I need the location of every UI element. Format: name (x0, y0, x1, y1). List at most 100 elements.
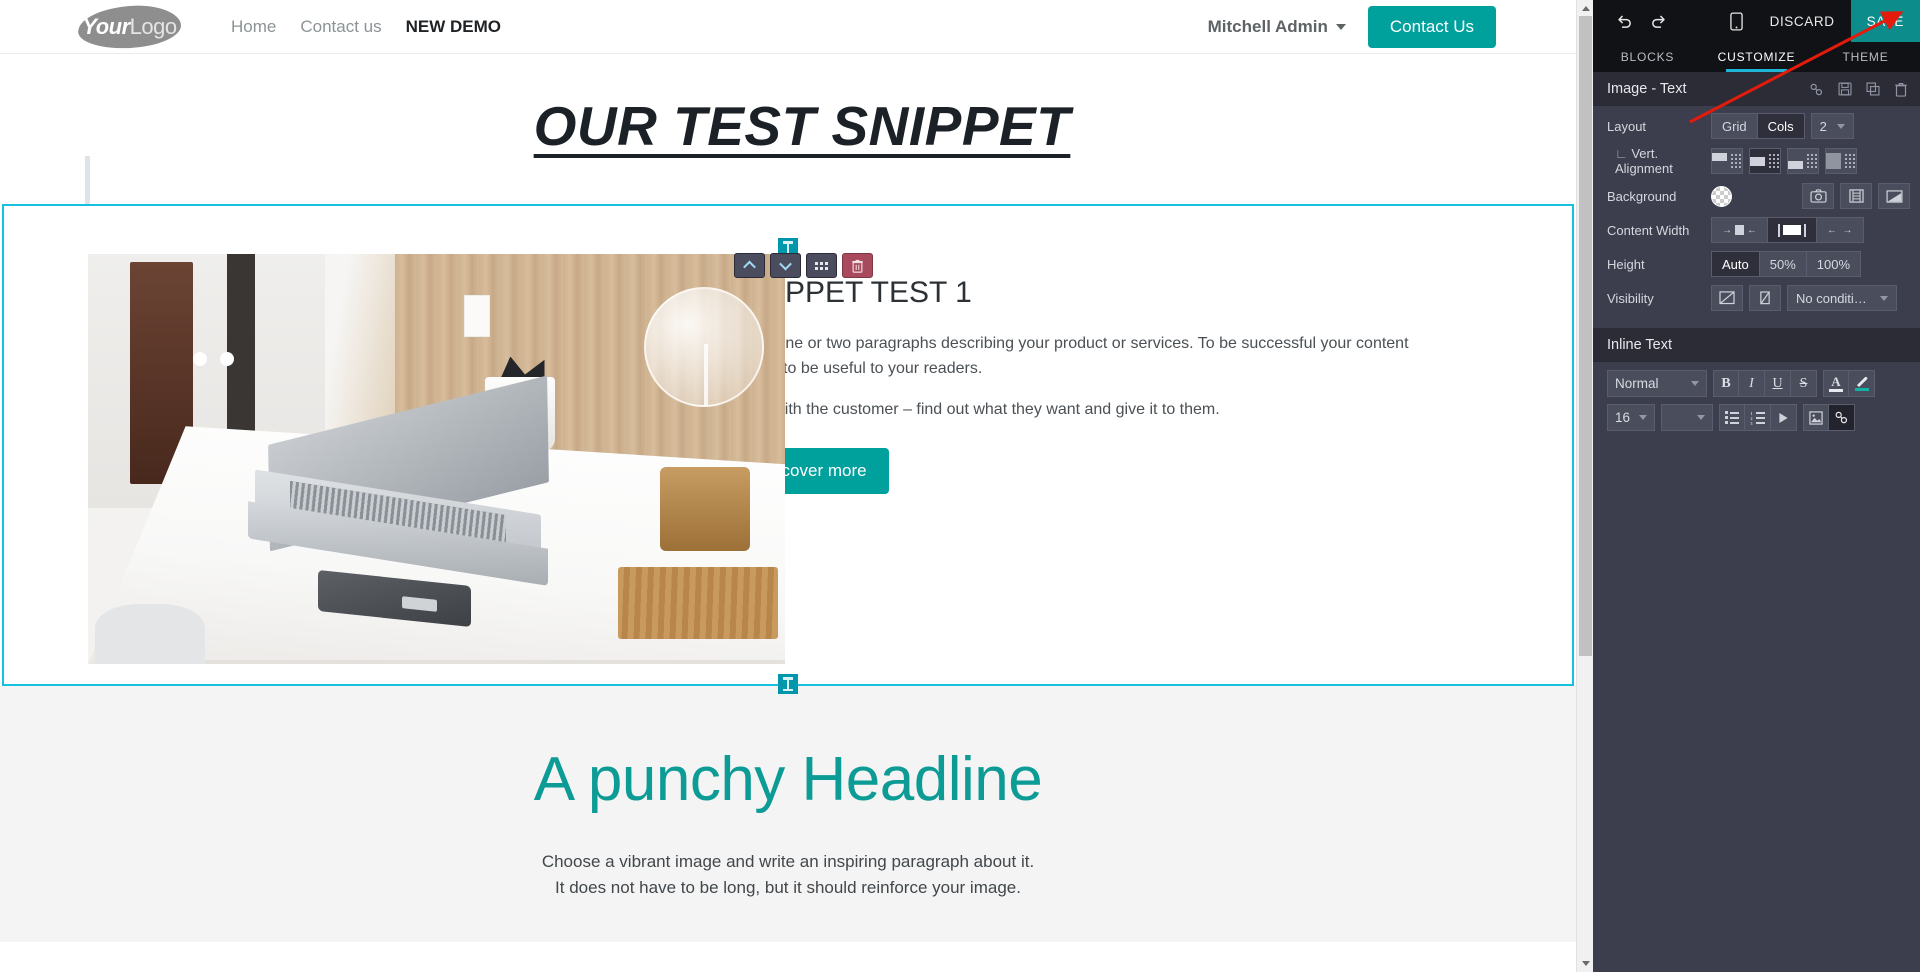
option-label-visibility: Visibility (1607, 290, 1654, 306)
bullet-list-icon (1725, 411, 1739, 424)
scroll-up-arrow[interactable] (1577, 0, 1593, 17)
bold-button[interactable]: B (1713, 370, 1739, 397)
columns-count-value: 2 (1819, 118, 1827, 134)
save-button[interactable]: SAVE (1850, 0, 1920, 42)
tab-blocks[interactable]: BLOCKS (1593, 42, 1702, 72)
option-row-height: Height Auto 50% 100% (1607, 250, 1910, 278)
content-width-full-button[interactable]: ← → (1817, 217, 1864, 243)
trash-icon[interactable] (1894, 82, 1908, 97)
font-size-select[interactable]: 16 (1607, 404, 1655, 431)
italic-button[interactable]: I (1739, 370, 1765, 397)
delete-snippet-button[interactable] (842, 253, 873, 278)
hide-desktop-button[interactable] (1711, 285, 1743, 311)
tab-customize[interactable]: CUSTOMIZE (1702, 42, 1811, 72)
redo-button[interactable] (1641, 0, 1675, 42)
play-icon (1779, 412, 1788, 423)
layout-option-grid[interactable]: Grid (1711, 113, 1758, 139)
underline-button[interactable]: U (1765, 370, 1791, 397)
option-label-content-width: Content Width (1607, 222, 1690, 238)
nav-link-home[interactable]: Home (219, 17, 288, 37)
content-width-narrow-button[interactable]: → ← (1711, 217, 1768, 243)
chevron-down-icon (1697, 415, 1705, 420)
chevron-down-icon (1691, 381, 1699, 386)
font-color-button[interactable]: A (1823, 370, 1849, 397)
undo-button[interactable] (1607, 0, 1641, 42)
nav-link-contact-us[interactable]: Contact us (288, 17, 393, 37)
align-stretch-button[interactable] (1825, 148, 1857, 174)
font-family-select[interactable] (1661, 404, 1713, 431)
user-menu[interactable]: Mitchell Admin (1208, 17, 1346, 37)
option-row-background: Background (1607, 182, 1910, 210)
discard-button[interactable]: DISCARD (1754, 0, 1851, 42)
background-shape-button[interactable] (1878, 183, 1910, 209)
columns-count-dropdown[interactable]: 2 (1810, 113, 1854, 139)
desk-photo[interactable] (88, 254, 785, 664)
site-logo[interactable]: YourLogo (76, 2, 183, 51)
content-width-normal-button[interactable] (1768, 217, 1817, 243)
snippet-paragraph-2[interactable]: Start with the customer – find out what … (735, 398, 1425, 423)
align-middle-button[interactable] (1749, 148, 1781, 174)
resize-handle-bottom[interactable] (778, 674, 798, 694)
editor-panel: DISCARD SAVE BLOCKS CUSTOMIZE THEME Imag… (1593, 0, 1920, 972)
option-row-vert-alignment: ∟ Vert. Alignment (1607, 146, 1910, 176)
unordered-list-button[interactable] (1719, 404, 1745, 431)
contact-us-button[interactable]: Contact Us (1367, 5, 1496, 48)
height-option-100[interactable]: 100% (1806, 251, 1862, 277)
option-label-background: Background (1607, 188, 1677, 204)
media-button[interactable] (1771, 404, 1797, 431)
font-color-icon: A (1829, 375, 1843, 392)
background-image-button[interactable] (1802, 183, 1834, 209)
align-bottom-icon (1787, 153, 1819, 169)
headline-subtitle-line-2: It does not have to be long, but it shou… (555, 878, 1021, 898)
inline-text-title: Inline Text (1607, 337, 1673, 353)
page-title[interactable]: OUR TEST SNIPPET (0, 94, 1576, 158)
list-buttons: 1 2 3 (1719, 404, 1797, 431)
page-scrollbar[interactable] (1576, 0, 1593, 972)
option-label-layout: Layout (1607, 118, 1647, 134)
layout-option-cols[interactable]: Cols (1757, 113, 1805, 139)
visibility-condition-dropdown[interactable]: No conditi… (1787, 285, 1897, 311)
snippet-heading[interactable]: SNIPPET TEST 1 (735, 276, 1502, 310)
chevron-down-icon (1335, 23, 1346, 30)
insert-image-button[interactable] (1803, 404, 1829, 431)
website-scroll-area: YourLogo Home Contact us NEW DEMO Mitche… (0, 0, 1576, 972)
headline-section: A punchy Headline Choose a vibrant image… (0, 686, 1576, 942)
headline-subtitle[interactable]: Choose a vibrant image and write an insp… (0, 849, 1576, 902)
scroll-down-arrow[interactable] (1577, 955, 1593, 972)
snippet-paragraph-1[interactable]: Write one or two paragraphs describing y… (735, 332, 1425, 382)
height-option-50[interactable]: 50% (1759, 251, 1807, 277)
mobile-preview-button[interactable] (1720, 0, 1754, 42)
scrollbar-thumb[interactable] (1579, 16, 1592, 656)
hide-mobile-button[interactable] (1749, 285, 1781, 311)
snippet-text-column[interactable]: SNIPPET TEST 1 Write one or two paragrap… (707, 254, 1572, 684)
strikethrough-button[interactable]: S (1791, 370, 1817, 397)
align-bottom-button[interactable] (1787, 148, 1819, 174)
duplicate-icon[interactable] (1866, 82, 1880, 97)
align-middle-icon (1749, 153, 1781, 169)
chevron-up-icon (743, 260, 756, 274)
align-top-icon (1711, 153, 1743, 169)
ordered-list-button[interactable]: 1 2 3 (1745, 404, 1771, 431)
move-up-button[interactable] (734, 253, 765, 278)
paint-brush-icon (1854, 376, 1869, 391)
website-preview: YourLogo Home Contact us NEW DEMO Mitche… (0, 0, 1593, 972)
background-color-button[interactable] (1849, 370, 1875, 397)
snippet-options-button[interactable] (806, 253, 837, 278)
height-option-auto[interactable]: Auto (1711, 251, 1760, 277)
background-video-button[interactable] (1840, 183, 1872, 209)
background-color-swatch[interactable] (1711, 185, 1732, 207)
align-top-button[interactable] (1711, 148, 1743, 174)
text-style-select[interactable]: Normal (1607, 370, 1707, 397)
option-label-height: Height (1607, 256, 1645, 272)
nav-link-new-demo[interactable]: NEW DEMO (394, 17, 513, 37)
link-icon[interactable] (1809, 82, 1824, 97)
camera-icon (1809, 189, 1827, 203)
snippet-image-column[interactable] (4, 254, 785, 684)
panel-header-icons (1809, 82, 1908, 97)
move-down-button[interactable] (770, 253, 801, 278)
snippet-floating-toolbar (734, 253, 873, 278)
tab-theme[interactable]: THEME (1811, 42, 1920, 72)
save-icon[interactable] (1838, 82, 1852, 97)
headline-title[interactable]: A punchy Headline (0, 744, 1576, 815)
insert-link-button[interactable] (1829, 404, 1855, 431)
